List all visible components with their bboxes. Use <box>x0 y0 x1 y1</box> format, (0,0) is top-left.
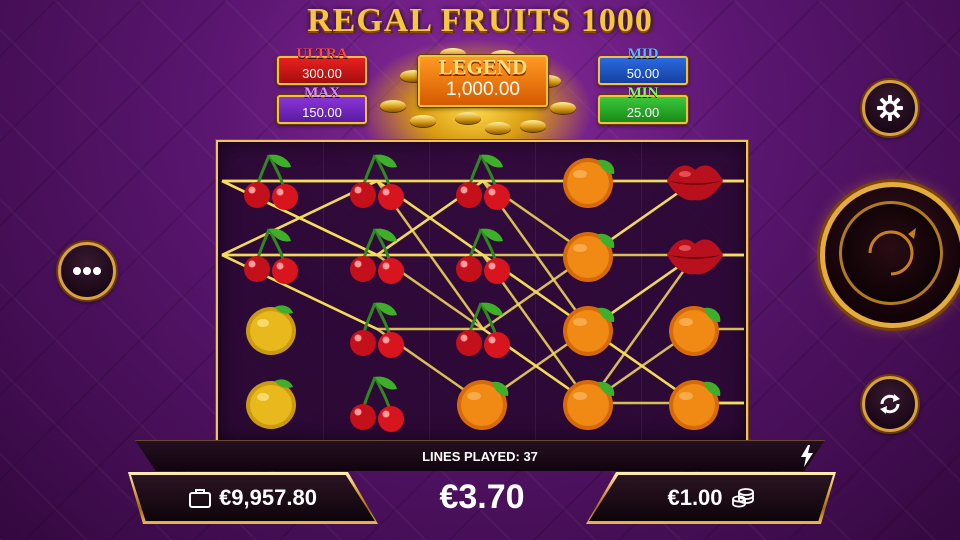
more-dots-icon <box>73 267 101 275</box>
cherry-symbol <box>324 366 429 440</box>
orange-symbol <box>536 144 641 218</box>
jackpot-max: MAX 150.00 <box>277 85 367 124</box>
gear-icon <box>877 95 903 121</box>
total-bet-value: €3.70 <box>439 478 525 516</box>
cherry-symbol <box>324 292 429 366</box>
settings-button[interactable] <box>862 80 918 136</box>
lips-symbol <box>642 144 747 218</box>
jackpot-mid-value: 50.00 <box>626 66 660 81</box>
lemon-symbol <box>218 292 323 366</box>
orange-symbol <box>642 366 747 440</box>
jackpot-mid: MID 50.00 <box>598 46 688 85</box>
game-title: REGAL FRUITS 1000 <box>307 2 653 39</box>
jackpot-mid-label: MID <box>627 46 659 62</box>
jackpot-legend-value: 1,000.00 <box>446 79 520 100</box>
bet-panel: €9,957.80 €3.70 €1.00 <box>128 472 836 528</box>
cherry-symbol <box>430 292 535 366</box>
lemon-symbol <box>218 366 323 440</box>
stake-selector[interactable]: €1.00 <box>589 475 833 521</box>
orange-symbol <box>536 366 641 440</box>
info-strip: LINES PLAYED: 37 <box>135 440 825 471</box>
cherry-symbol <box>430 218 535 292</box>
jackpot-ultra-label: ULTRA <box>296 46 348 62</box>
balance-plate: €9,957.80 <box>128 472 378 524</box>
cherry-symbol <box>218 144 323 218</box>
jackpot-legend-label: LEGEND <box>438 55 528 79</box>
wallet-icon <box>189 489 212 508</box>
spin-button-face <box>839 201 943 305</box>
stake-plate[interactable]: €1.00 <box>586 472 836 524</box>
jackpot-ultra-value: 300.00 <box>302 66 342 81</box>
jackpot-legend: LEGEND 1,000.00 <box>418 55 548 107</box>
orange-symbol <box>536 218 641 292</box>
orange-symbol <box>430 366 535 440</box>
lines-played-label: LINES PLAYED: 37 <box>422 449 538 464</box>
balance-display: €9,957.80 <box>131 475 375 521</box>
jackpot-max-label: MAX <box>304 85 340 101</box>
orange-symbol <box>536 292 641 366</box>
cherry-symbol <box>218 218 323 292</box>
jackpot-ultra: ULTRA 300.00 <box>277 46 367 85</box>
spin-button[interactable] <box>820 182 960 328</box>
jackpot-min: MIN 25.00 <box>598 85 688 124</box>
jackpot-min-value: 25.00 <box>626 105 660 120</box>
lightning-icon[interactable] <box>800 445 814 467</box>
jackpot-max-value: 150.00 <box>302 105 342 120</box>
orange-symbol <box>642 292 747 366</box>
menu-button[interactable] <box>58 242 116 300</box>
jackpot-min-label: MIN <box>627 85 659 101</box>
cherry-symbol <box>324 218 429 292</box>
reel-grid <box>216 140 748 442</box>
autoplay-button[interactable] <box>862 376 918 432</box>
spin-arrow-icon <box>868 228 916 276</box>
balance-value: €9,957.80 <box>219 485 317 510</box>
cherry-symbol <box>324 144 429 218</box>
lips-symbol <box>642 218 747 292</box>
autoplay-icon <box>880 394 900 414</box>
stake-value: €1.00 <box>667 485 723 510</box>
coins-icon <box>731 488 754 508</box>
cherry-symbol <box>430 144 535 218</box>
